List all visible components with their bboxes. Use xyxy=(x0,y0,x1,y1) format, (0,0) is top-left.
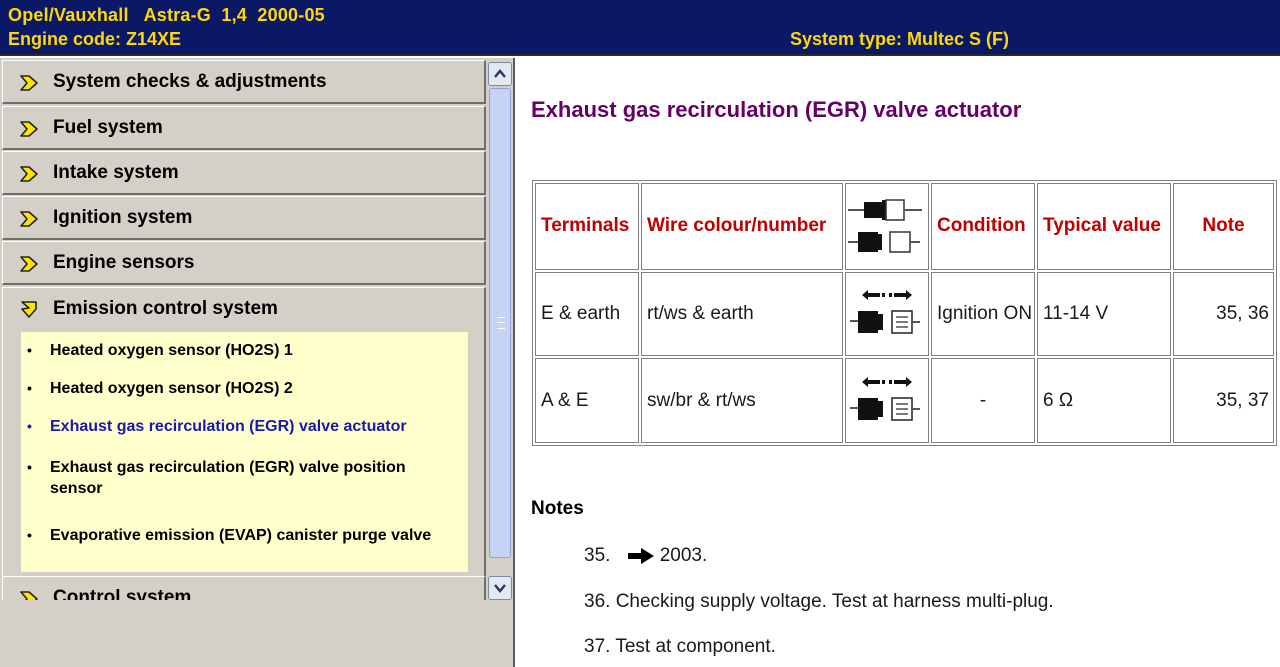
table-header-row: Terminals Wire colour/number Condition T… xyxy=(535,183,1274,270)
bullet-icon: • xyxy=(27,527,32,543)
bullet-icon: • xyxy=(27,342,32,358)
engine-code: Engine code: Z14XE xyxy=(8,29,182,49)
sidebar-scrollbar[interactable] xyxy=(487,60,513,600)
arrow-right-icon xyxy=(20,591,38,600)
col-header-wire: Wire colour/number xyxy=(641,183,843,270)
vehicle-title: Opel/Vauxhall Astra-G 1,4 2000-05 xyxy=(8,5,325,25)
arrow-down-icon xyxy=(21,301,37,318)
sidebar-item-fuel-system[interactable]: Fuel system xyxy=(2,106,486,150)
sidebar-item-label: Control system xyxy=(53,587,192,600)
scroll-thumb[interactable] xyxy=(489,88,511,558)
sidebar-item-label: Ignition system xyxy=(53,207,193,228)
cell-wire: rt/ws & earth xyxy=(641,271,843,357)
sidebar-item-ignition-system[interactable]: Ignition system xyxy=(2,196,486,240)
table-row: E & earth rt/ws & earth Ignition ON 11-1… xyxy=(535,271,1274,357)
cell-note: 35, 36 xyxy=(1173,271,1274,357)
bullet-icon: • xyxy=(27,418,32,434)
sidebar-item-label: Engine sensors xyxy=(53,252,195,273)
bullet-icon: • xyxy=(27,459,32,475)
arrow-right-icon xyxy=(20,121,38,137)
system-type: System type: Multec S (F) xyxy=(790,29,1010,49)
cell-typical-value: 6 Ω xyxy=(1037,358,1171,443)
sidebar-item-label: Fuel system xyxy=(53,117,163,138)
submenu-item-egr-position-sensor[interactable]: • Exhaust gas recirculation (EGR) valve … xyxy=(27,457,427,499)
header-bar: Opel/Vauxhall Astra-G 1,4 2000-05 Engine… xyxy=(0,0,1280,56)
note-text: 2003. xyxy=(659,545,708,566)
measurement-table: Terminals Wire colour/number Condition T… xyxy=(532,180,1277,446)
col-header-note: Note xyxy=(1173,183,1274,270)
cell-connector xyxy=(845,271,929,357)
sidebar-item-intake-system[interactable]: Intake system xyxy=(2,151,486,195)
cell-typical-value: 11-14 V xyxy=(1037,271,1171,357)
note-number: 35. xyxy=(584,545,611,566)
page-title: Exhaust gas recirculation (EGR) valve ac… xyxy=(531,97,1022,122)
disconnected-plug-icon xyxy=(850,376,920,421)
note-35: 35. 2003. xyxy=(584,545,707,567)
bullet-icon: • xyxy=(27,380,32,396)
connector-diagram-icon xyxy=(848,199,922,254)
cell-connector xyxy=(845,358,929,443)
submenu-item-label: Evaporative emission (EVAP) canister pur… xyxy=(50,527,432,544)
scroll-up-button[interactable] xyxy=(488,62,512,86)
sidebar-item-label: Emission control system xyxy=(53,298,278,319)
col-header-connector xyxy=(845,183,929,270)
submenu-item-evap-purge-valve[interactable]: • Evaporative emission (EVAP) canister p… xyxy=(27,525,431,546)
cell-condition: Ignition ON xyxy=(931,271,1035,357)
arrow-right-icon xyxy=(20,75,38,91)
sidebar: System checks & adjustments Fuel system … xyxy=(0,58,515,667)
arrow-right-icon xyxy=(627,547,654,564)
submenu-item-label: Heated oxygen sensor (HO2S) 1 xyxy=(50,342,293,359)
note-text: Test at component. xyxy=(615,636,776,657)
sidebar-item-emission-control[interactable]: Emission control system • Heated oxygen … xyxy=(2,287,486,577)
arrow-right-icon xyxy=(20,211,38,227)
sidebar-item-control-system[interactable]: Control system xyxy=(2,576,486,600)
table-row: A & E sw/br & rt/ws - 6 Ω 35, 37 xyxy=(535,358,1274,443)
submenu-item-label: Exhaust gas recirculation (EGR) valve ac… xyxy=(50,418,407,435)
note-number: 37. xyxy=(584,636,611,657)
col-header-condition: Condition xyxy=(931,183,1035,270)
cell-terminals: E & earth xyxy=(535,271,639,357)
col-header-terminals: Terminals xyxy=(535,183,639,270)
submenu-item-egr-actuator[interactable]: • Exhaust gas recirculation (EGR) valve … xyxy=(27,416,407,437)
sidebar-item-label: System checks & adjustments xyxy=(53,71,327,92)
sidebar-menu: System checks & adjustments Fuel system … xyxy=(0,58,487,600)
arrow-right-icon xyxy=(20,256,38,272)
grip-icon xyxy=(497,317,505,329)
sidebar-item-system-checks[interactable]: System checks & adjustments xyxy=(2,60,486,104)
submenu-item-label: Exhaust gas recirculation (EGR) valve po… xyxy=(50,459,406,497)
cell-terminals: A & E xyxy=(535,358,639,443)
note-36: 36. Checking supply voltage. Test at har… xyxy=(584,591,1054,613)
main-content: Exhaust gas recirculation (EGR) valve ac… xyxy=(517,58,1280,667)
cell-note: 35, 37 xyxy=(1173,358,1274,443)
scroll-down-button[interactable] xyxy=(488,576,512,600)
sidebar-item-engine-sensors[interactable]: Engine sensors xyxy=(2,241,486,285)
arrow-right-icon xyxy=(20,166,38,182)
note-text: Checking supply voltage. Test at harness… xyxy=(615,591,1054,612)
submenu-item-ho2s-2[interactable]: • Heated oxygen sensor (HO2S) 2 xyxy=(27,378,293,399)
notes-heading: Notes xyxy=(531,498,584,519)
note-number: 36. xyxy=(584,591,611,612)
col-header-typical-value: Typical value xyxy=(1037,183,1171,270)
cell-wire: sw/br & rt/ws xyxy=(641,358,843,443)
submenu-item-label: Heated oxygen sensor (HO2S) 2 xyxy=(50,380,293,397)
disconnected-plug-icon xyxy=(850,290,920,334)
sidebar-item-label: Intake system xyxy=(53,162,179,183)
note-37: 37. Test at component. xyxy=(584,636,776,658)
submenu-emission-control: • Heated oxygen sensor (HO2S) 1 • Heated… xyxy=(21,332,468,572)
cell-condition: - xyxy=(931,358,1035,443)
chevron-down-icon xyxy=(494,584,506,593)
chevron-up-icon xyxy=(494,69,506,78)
submenu-item-ho2s-1[interactable]: • Heated oxygen sensor (HO2S) 1 xyxy=(27,340,293,361)
